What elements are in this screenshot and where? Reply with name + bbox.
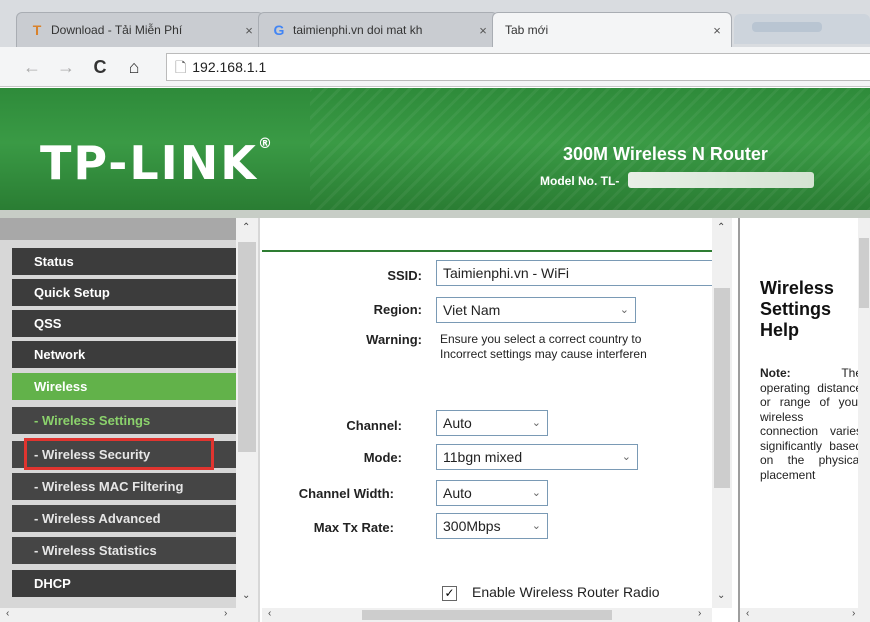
- channel-width-label: Channel Width:: [298, 486, 394, 501]
- enable-radio-label: Enable Wireless Router Radio: [472, 584, 660, 600]
- scroll-right-icon[interactable]: ›: [698, 608, 701, 619]
- menu-item-wireless-settings[interactable]: - Wireless Settings: [12, 407, 236, 434]
- new-tab-placeholder: [752, 22, 822, 32]
- help-panel: Wireless Settings Help Note: The operati…: [740, 218, 870, 622]
- sidebar-menu: Status Quick Setup QSS Network Wireless …: [0, 218, 260, 622]
- scrollbar-thumb[interactable]: [859, 238, 869, 308]
- channel-width-select[interactable]: Auto ⌄: [436, 480, 548, 506]
- mode-label: Mode:: [363, 450, 402, 465]
- browser-toolbar: ← → C ⌂ 🗋 192.168.1.1: [0, 47, 870, 87]
- scroll-right-icon[interactable]: ›: [224, 608, 227, 619]
- sidebar-horizontal-scrollbar[interactable]: ‹ ›: [0, 608, 258, 622]
- tab-new[interactable]: Tab mới ×: [492, 12, 732, 47]
- region-label: Region:: [373, 302, 422, 317]
- max-tx-rate-select[interactable]: 300Mbps ⌄: [436, 513, 548, 539]
- channel-width-value: Auto: [443, 485, 472, 501]
- scrollbar-thumb[interactable]: [362, 610, 612, 620]
- registered-mark: ®: [257, 136, 274, 152]
- menu-item-status[interactable]: Status: [12, 248, 236, 275]
- section-divider: [262, 250, 712, 252]
- tab-title: Tab mới: [505, 23, 549, 37]
- max-tx-rate-label: Max Tx Rate:: [313, 520, 394, 535]
- scroll-up-icon[interactable]: ⌃: [242, 222, 250, 233]
- model-redaction: [628, 172, 814, 188]
- help-vertical-scrollbar[interactable]: [858, 218, 870, 608]
- chevron-down-icon: ⌄: [531, 520, 541, 532]
- scroll-left-icon[interactable]: ‹: [746, 608, 749, 619]
- tab-download[interactable]: T Download - Tải Miễn Phí ×: [16, 12, 264, 47]
- region-select[interactable]: Viet Nam ⌄: [436, 297, 636, 323]
- scrollbar-thumb[interactable]: [714, 288, 730, 488]
- scroll-down-icon[interactable]: ⌄: [717, 590, 725, 601]
- tab-google-search[interactable]: G taimienphi.vn doi mat kh ×: [258, 12, 498, 47]
- router-banner: TP-LINK® 300M Wireless N Router Model No…: [0, 88, 870, 210]
- highlight-box: [24, 438, 214, 470]
- channel-select[interactable]: Auto ⌄: [436, 410, 548, 436]
- scroll-up-icon[interactable]: ⌃: [717, 222, 725, 233]
- close-tab-icon[interactable]: ×: [239, 23, 259, 38]
- ssid-input[interactable]: Taimienphi.vn - WiFi: [436, 260, 712, 286]
- warning-label: Warning:: [366, 332, 422, 347]
- help-note: Note: The operating distance or range of…: [760, 366, 862, 482]
- chevron-down-icon: ⌄: [531, 417, 541, 429]
- chevron-down-icon: ⌄: [621, 451, 631, 463]
- address-bar[interactable]: 🗋 192.168.1.1: [166, 53, 870, 81]
- chevron-down-icon: ⌄: [531, 487, 541, 499]
- settings-panel: SSID: Taimienphi.vn - WiFi Region: Viet …: [262, 218, 738, 622]
- model-number: Model No. TL-: [540, 174, 620, 188]
- close-tab-icon[interactable]: ×: [473, 23, 493, 38]
- scroll-left-icon[interactable]: ‹: [6, 608, 9, 619]
- warning-text-line2: Incorrect settings may cause interferen: [440, 347, 647, 361]
- sidebar-vertical-scrollbar[interactable]: ⌃ ⌄: [236, 218, 258, 608]
- menu-item-qss[interactable]: QSS: [12, 310, 236, 337]
- main-horizontal-scrollbar[interactable]: ‹ ›: [262, 608, 712, 622]
- scroll-left-icon[interactable]: ‹: [268, 608, 271, 619]
- reload-icon[interactable]: C: [88, 55, 112, 79]
- back-arrow-icon[interactable]: ←: [20, 55, 44, 79]
- mode-value: 11bgn mixed: [443, 449, 523, 465]
- logo-text: TP-LINK: [40, 136, 258, 190]
- warning-text-line1: Ensure you select a correct country to: [440, 332, 642, 346]
- main-vertical-scrollbar[interactable]: ⌃ ⌄: [712, 218, 732, 608]
- scroll-right-icon[interactable]: ›: [852, 608, 855, 619]
- new-tab-button[interactable]: [734, 14, 870, 44]
- menu-item-dhcp[interactable]: DHCP: [12, 570, 236, 597]
- region-value: Viet Nam: [443, 302, 501, 318]
- ssid-label: SSID:: [387, 268, 422, 283]
- close-tab-icon[interactable]: ×: [707, 23, 727, 38]
- menu-item-wireless-statistics[interactable]: - Wireless Statistics: [12, 537, 236, 564]
- max-tx-rate-value: 300Mbps: [443, 518, 501, 534]
- forward-arrow-icon[interactable]: →: [54, 55, 78, 79]
- mode-select[interactable]: 11bgn mixed ⌄: [436, 444, 638, 470]
- tab-title: taimienphi.vn doi mat kh: [293, 23, 423, 37]
- menu-item-network[interactable]: Network: [12, 341, 236, 368]
- sidebar-top-bar: [0, 218, 236, 240]
- menu-item-wireless-advanced[interactable]: - Wireless Advanced: [12, 505, 236, 532]
- ssid-value: Taimienphi.vn - WiFi: [443, 265, 570, 281]
- url-text: 192.168.1.1: [192, 59, 267, 75]
- help-horizontal-scrollbar[interactable]: ‹ ›: [740, 608, 870, 622]
- page-icon: 🗋: [175, 59, 187, 75]
- scroll-down-icon[interactable]: ⌄: [242, 590, 250, 601]
- home-icon[interactable]: ⌂: [122, 55, 146, 79]
- channel-label: Channel:: [346, 418, 402, 433]
- channel-value: Auto: [443, 415, 472, 431]
- chevron-down-icon: ⌄: [619, 304, 629, 316]
- help-title: Wireless Settings Help: [760, 278, 834, 340]
- tab-title: Download - Tải Miễn Phí: [51, 23, 183, 37]
- help-note-label: Note:: [760, 366, 791, 380]
- google-favicon-icon: G: [273, 22, 285, 38]
- help-note-text: The operating distance or range of your …: [760, 366, 862, 482]
- tp-link-logo: TP-LINK®: [40, 136, 274, 190]
- taimienphi-favicon-icon: T: [32, 22, 42, 38]
- menu-item-wireless-mac-filtering[interactable]: - Wireless MAC Filtering: [12, 473, 236, 500]
- menu-item-quick-setup[interactable]: Quick Setup: [12, 279, 236, 306]
- product-name: 300M Wireless N Router: [563, 144, 768, 164]
- banner-divider: [0, 210, 870, 218]
- scrollbar-thumb[interactable]: [238, 242, 256, 452]
- enable-radio-checkbox[interactable]: ✓: [442, 586, 457, 601]
- browser-tabstrip: T Download - Tải Miễn Phí × G taimienphi…: [0, 0, 870, 47]
- menu-item-wireless[interactable]: Wireless: [12, 373, 236, 400]
